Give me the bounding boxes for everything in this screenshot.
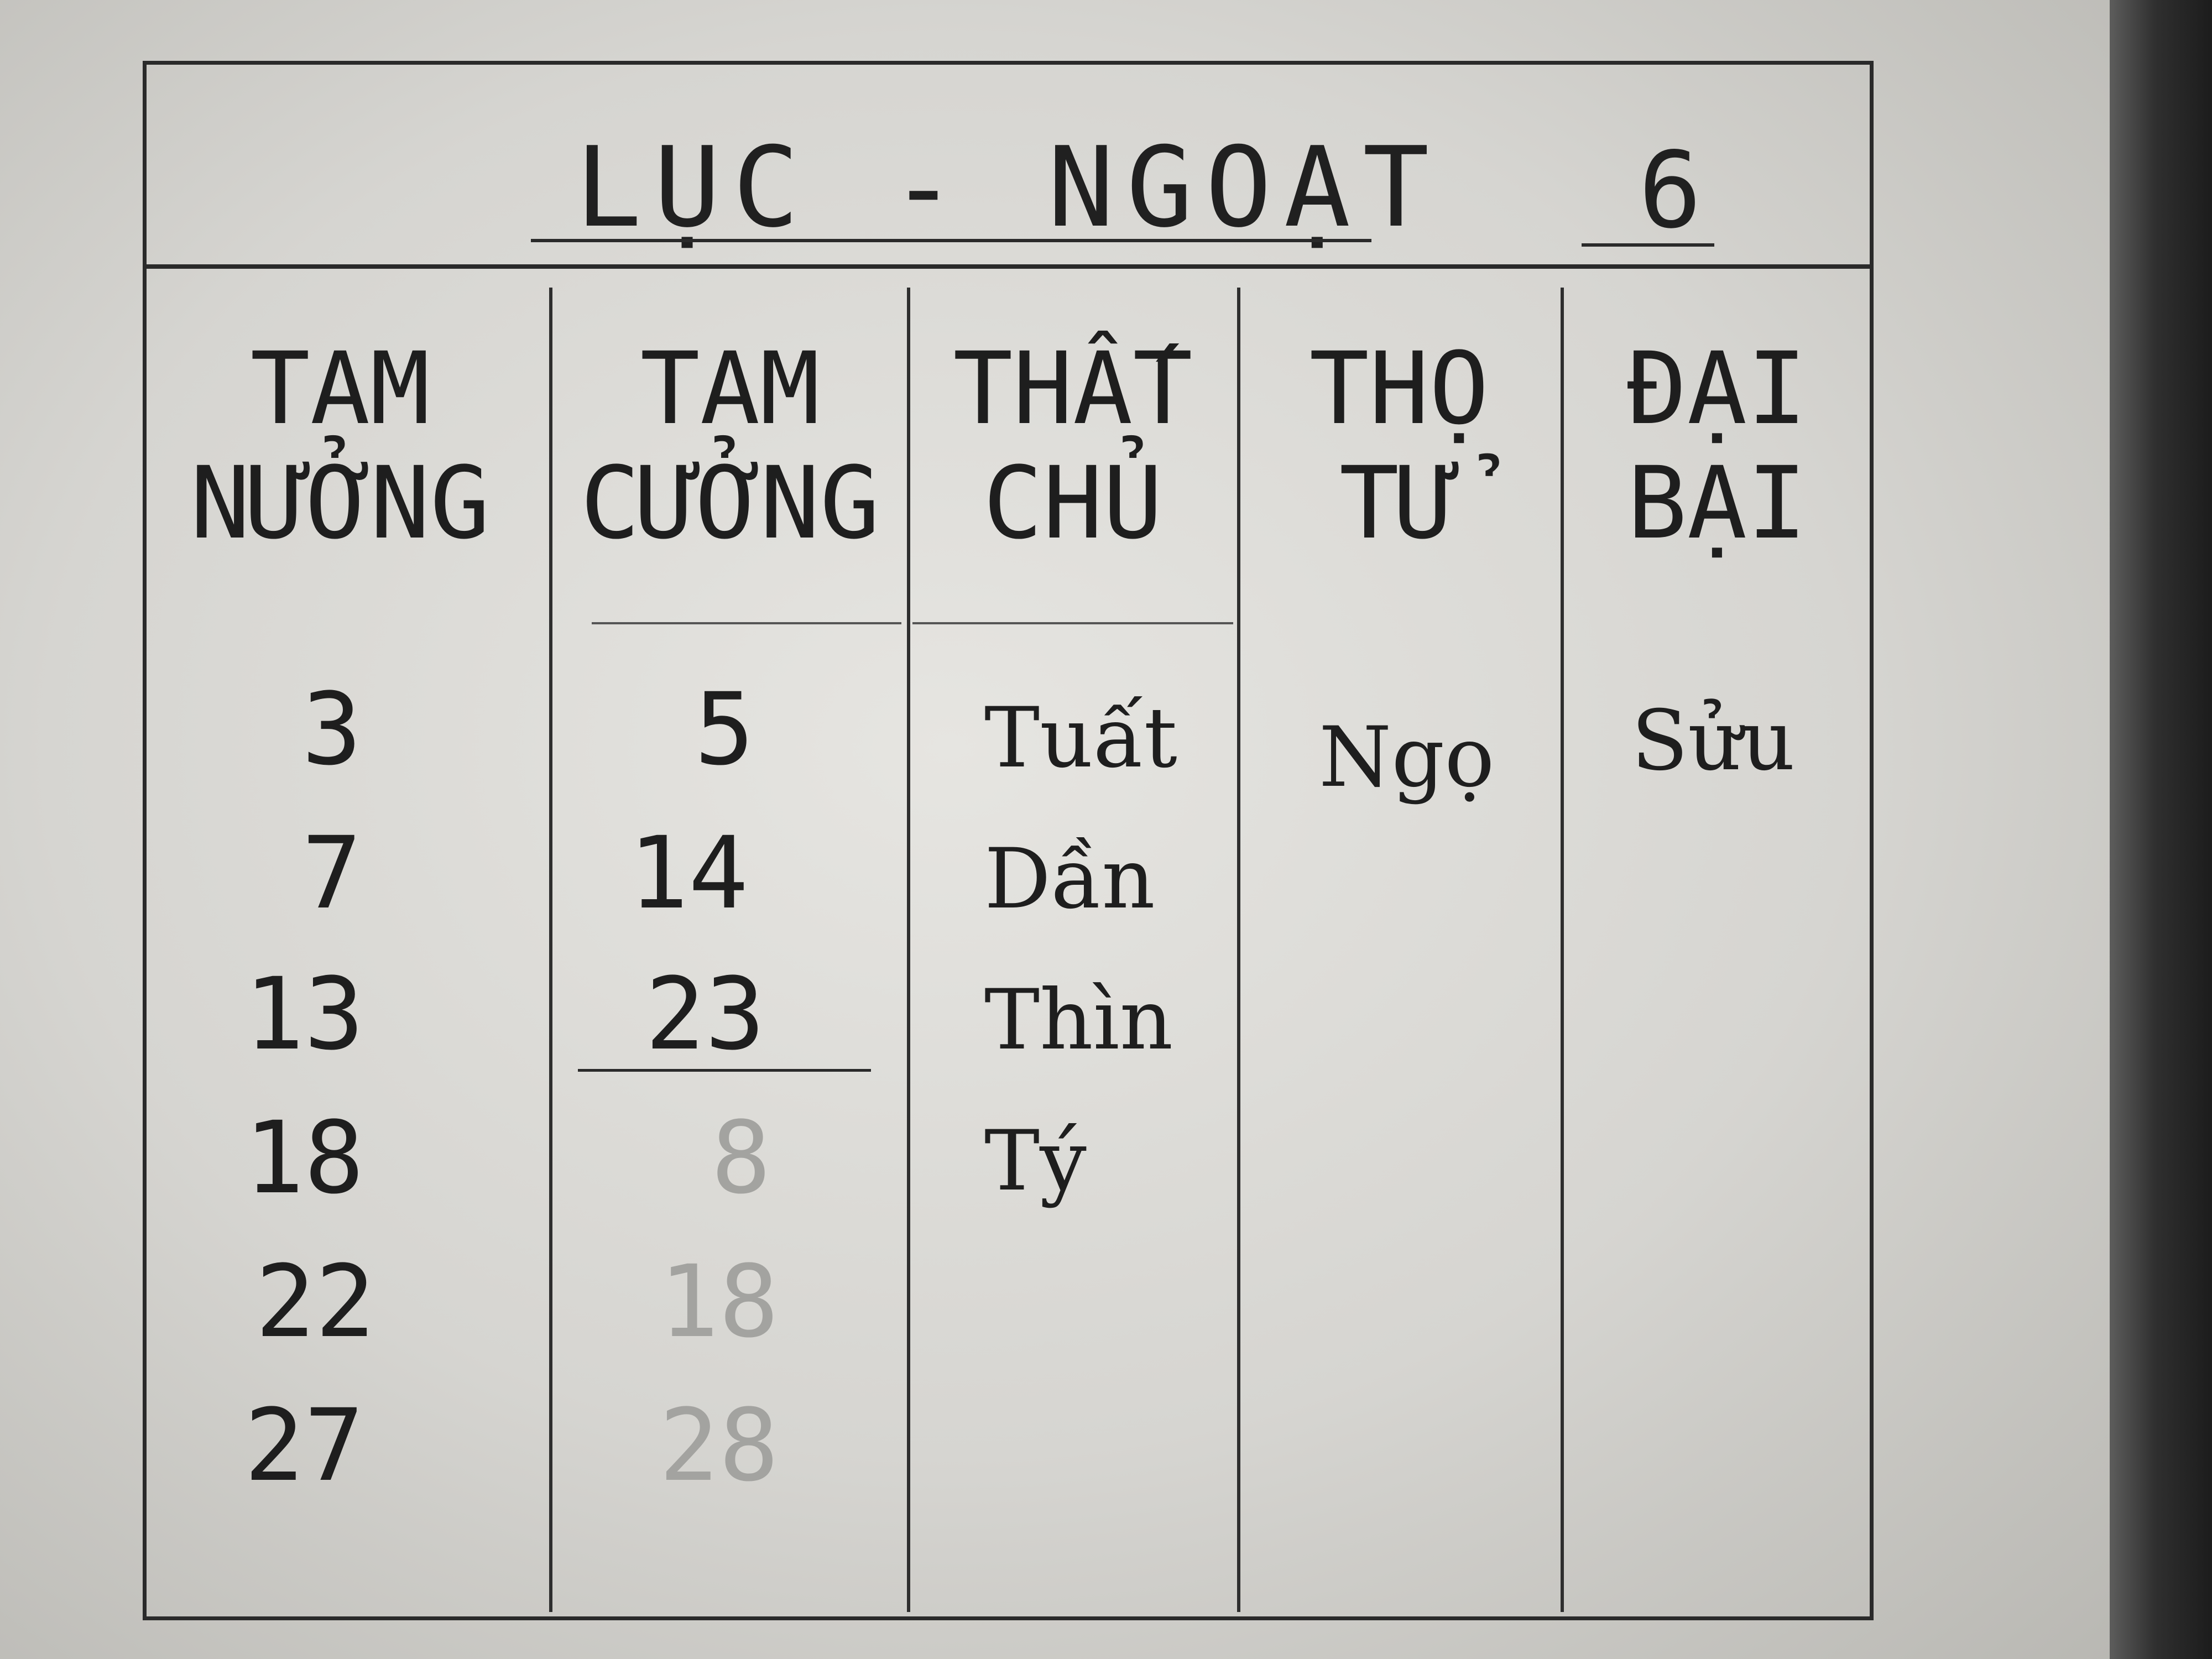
column-divider (1237, 288, 1240, 1612)
table-cell: Ngọ (1319, 709, 1495, 806)
table-cell-faint: 18 (659, 1244, 779, 1360)
column-divider (549, 288, 552, 1612)
table-cell: Tuất (984, 690, 1177, 786)
table-cell: Thìn (984, 972, 1173, 1068)
table-cell: Dần (984, 831, 1155, 927)
column-header-tho-tu: THỌ TỬ (1309, 331, 1489, 561)
table-cell-faint: 28 (659, 1388, 779, 1504)
table-cell: 3 (301, 672, 362, 787)
page-title: LỤC - NGOẠT (575, 123, 1442, 252)
subtotal-rule (578, 1069, 871, 1072)
table-cell: Sửu (1631, 693, 1795, 789)
column-header-dai-bai: ĐẠI BẠI (1627, 331, 1807, 561)
table-cell: 23 (645, 957, 765, 1072)
table-cell: 27 (244, 1388, 364, 1504)
table-cell: 5 (694, 672, 755, 787)
page-number-underline (1582, 243, 1714, 247)
column-divider (1561, 288, 1564, 1612)
header-divider (143, 264, 1874, 269)
table-cell: 18 (244, 1100, 364, 1216)
title-underline (531, 239, 1371, 242)
table-cell: 13 (244, 957, 364, 1072)
table-cell: 22 (255, 1244, 375, 1360)
notebook-spine (2110, 0, 2212, 1659)
column-header-that-chu: THẤT CHỦ (953, 331, 1193, 561)
table-cell-faint: 8 (711, 1100, 771, 1216)
column-header-tam-cuong: TAM CƯỞNG (580, 331, 880, 561)
page-number: 6 (1638, 129, 1702, 252)
table-cell: 14 (628, 816, 749, 931)
table-cell: 7 (301, 816, 362, 931)
header-underline (592, 622, 901, 624)
header-underline (912, 622, 1233, 624)
column-header-tam-nuong: TAM NƯỞNG (190, 331, 490, 561)
column-divider (907, 288, 910, 1612)
table-cell: Tý (984, 1113, 1087, 1209)
